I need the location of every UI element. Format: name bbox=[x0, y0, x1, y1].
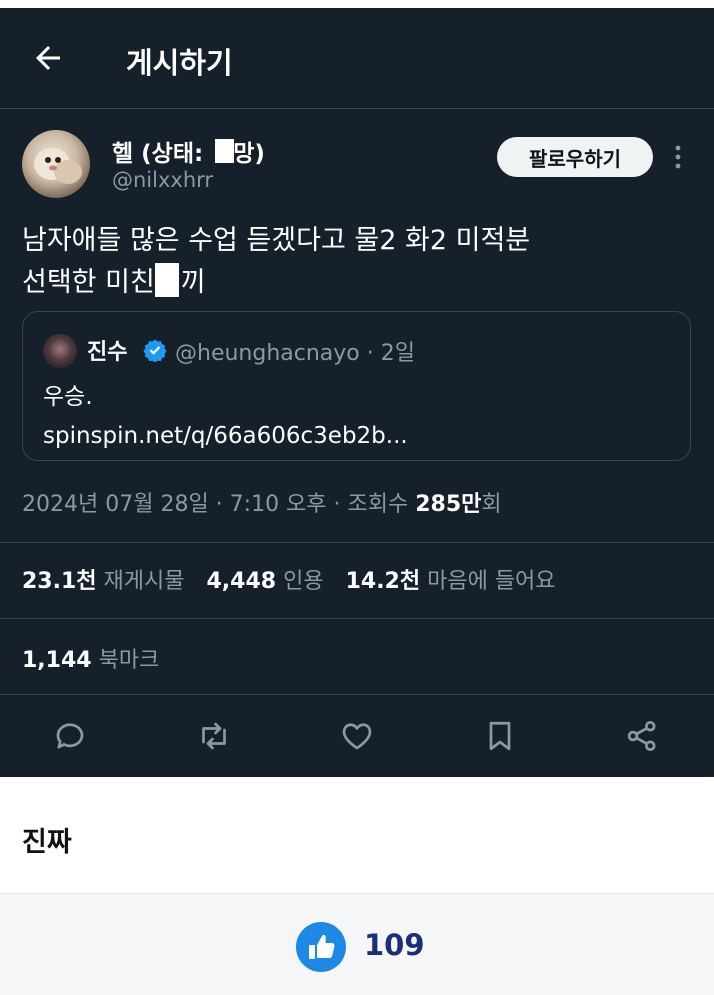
retweet-icon[interactable] bbox=[196, 718, 232, 754]
censor-block bbox=[154, 263, 179, 297]
quote-stat[interactable]: 4,448 인용 bbox=[207, 563, 324, 595]
bookmark-count: 1,144 bbox=[22, 648, 92, 673]
back-arrow-icon[interactable] bbox=[30, 40, 66, 76]
like-count: 109 bbox=[364, 928, 425, 962]
recommend-bar: 109 bbox=[0, 893, 714, 995]
heart-icon[interactable] bbox=[339, 718, 375, 754]
timestamp: 2024년 07월 28일 · 7:10 오후 · 조회수 bbox=[22, 492, 416, 517]
quote-tweet-card[interactable]: 진수 @heunghacnayo · 2일 우승. spinspin.net/q… bbox=[22, 311, 691, 461]
page-title: 게시하기 bbox=[126, 46, 233, 80]
like-stat[interactable]: 14.2천 마음에 들어요 bbox=[346, 563, 556, 595]
quote-text: 우승. spinspin.net/q/66a606c3eb2b... bbox=[43, 378, 408, 456]
like-stat-label: 마음에 들어요 bbox=[420, 569, 556, 594]
quote-link[interactable]: spinspin.net/q/66a606c3eb2b... bbox=[43, 417, 408, 456]
tweet-line-2: 선택한 미친 끼 bbox=[22, 262, 692, 304]
view-count: 285만 bbox=[415, 492, 482, 517]
retweet-label: 재게시물 bbox=[96, 569, 185, 594]
quote-author-handle: @heunghacnayo · 2일 bbox=[175, 341, 415, 366]
avatar-image bbox=[34, 148, 82, 184]
author-display-name[interactable]: 헬 (상태: 망) bbox=[112, 134, 265, 168]
divider bbox=[0, 618, 714, 619]
divider bbox=[0, 694, 714, 695]
quote-author-avatar bbox=[43, 334, 77, 368]
tweet-line-2-prefix: 선택한 미친 bbox=[22, 267, 155, 298]
retweet-count: 23.1천 bbox=[22, 569, 97, 594]
share-icon[interactable] bbox=[624, 718, 660, 754]
tweet-line-1: 남자애들 많은 수업 듣겠다고 물2 화2 미적분 bbox=[22, 225, 531, 256]
retweet-stat[interactable]: 23.1천 재게시물 bbox=[22, 563, 185, 595]
author-handle[interactable]: @nilxxhrr bbox=[112, 168, 213, 192]
quote-author-name: 진수 bbox=[87, 340, 128, 365]
thumbs-up-icon bbox=[309, 934, 335, 959]
tweet-screenshot: 게시하기 헬 (상태: 망) @nilxxhrr 팔로우하기 남자애들 많은 수… bbox=[0, 8, 714, 777]
bookmark-label: 북마크 bbox=[91, 648, 160, 673]
follow-button[interactable]: 팔로우하기 bbox=[497, 137, 653, 177]
author-name-suffix: 망) bbox=[233, 141, 265, 167]
divider bbox=[0, 542, 714, 543]
like-stat-count: 14.2천 bbox=[345, 569, 421, 594]
quote-count: 4,448 bbox=[206, 569, 277, 594]
quote-text-line-1: 우승. bbox=[43, 384, 93, 410]
quote-label: 인용 bbox=[276, 569, 324, 594]
verified-badge-icon bbox=[143, 339, 167, 362]
reply-icon[interactable] bbox=[52, 718, 88, 754]
like-button[interactable] bbox=[296, 922, 346, 972]
tweet-text: 남자애들 많은 수업 듣겠다고 물2 화2 미적분 선택한 미친 끼 bbox=[22, 220, 692, 304]
bookmark-icon[interactable] bbox=[482, 718, 518, 754]
header-bar: 게시하기 bbox=[0, 8, 714, 109]
timestamp-row: 2024년 07월 28일 · 7:10 오후 · 조회수 285만회 bbox=[22, 486, 502, 518]
author-avatar[interactable] bbox=[22, 130, 90, 198]
engagement-stats: 23.1천 재게시물 4,448 인용 14.2천 마음에 들어요 bbox=[22, 563, 578, 595]
view-count-suffix: 회 bbox=[481, 492, 502, 517]
post-comment-text: 진짜 bbox=[22, 827, 72, 858]
top-margin bbox=[0, 0, 714, 8]
bookmark-stat[interactable]: 1,144 북마크 bbox=[22, 642, 159, 674]
more-icon[interactable] bbox=[666, 142, 690, 172]
author-name-prefix: 헬 (상태: bbox=[112, 141, 212, 167]
censor-block bbox=[215, 139, 234, 163]
tweet-line-2-suffix: 끼 bbox=[180, 267, 206, 298]
